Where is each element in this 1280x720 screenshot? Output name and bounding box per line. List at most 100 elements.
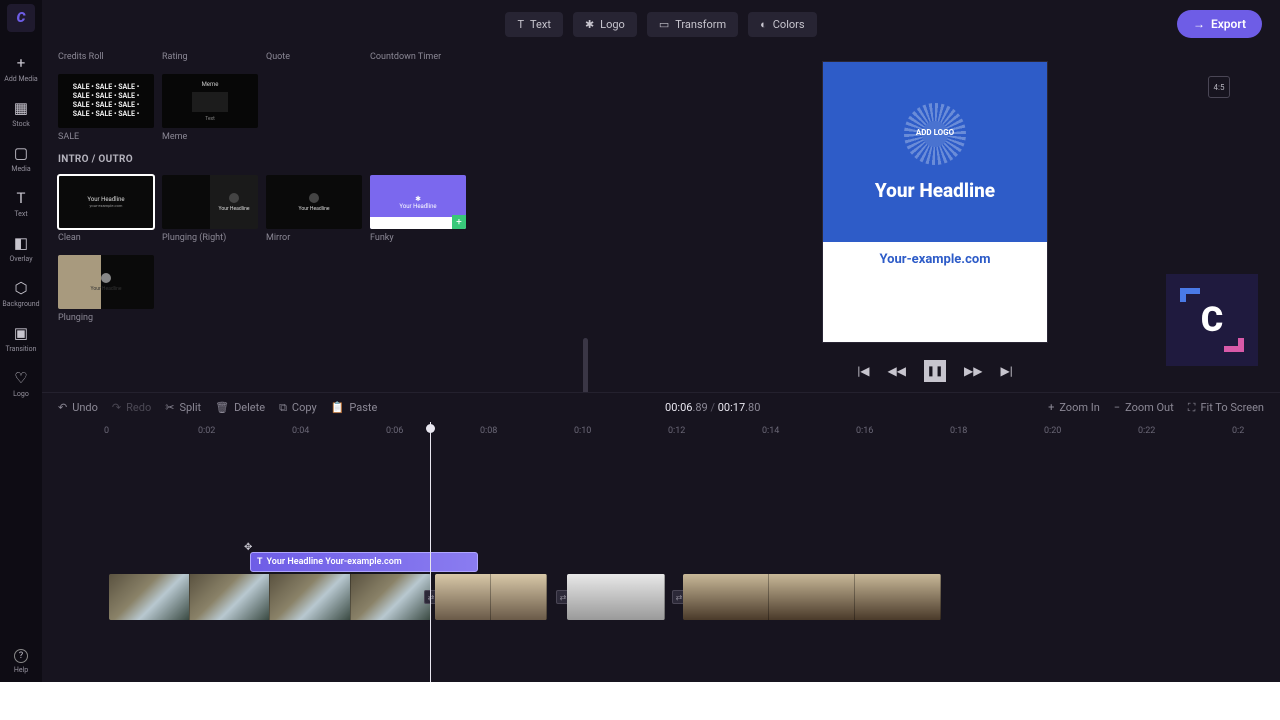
- template-rating[interactable]: Rating: [162, 48, 258, 62]
- ruler-tick: 0:20: [1044, 426, 1061, 436]
- transform-button[interactable]: ▭Transform: [647, 12, 738, 37]
- logo-placeholder[interactable]: ADD LOGO: [904, 103, 966, 165]
- panel-scrollbar[interactable]: [583, 338, 588, 392]
- time-display: 00:06.89 / 00:17.80: [391, 401, 1034, 414]
- copy-icon: ⧉: [279, 401, 287, 415]
- sidebar-help[interactable]: ? Help: [0, 641, 42, 682]
- template-thumb: Your Headline: [162, 175, 258, 229]
- export-button[interactable]: →Export: [1177, 10, 1262, 38]
- delete-button[interactable]: 🗑Delete: [215, 401, 265, 414]
- logo-icon: ♡: [14, 369, 27, 387]
- template-mirror[interactable]: Your HeadlineMirror: [266, 175, 362, 243]
- timeline-tracks[interactable]: ✥ T Your Headline Your-example.com ⇄⇄⇄: [42, 450, 1280, 682]
- colors-button[interactable]: ◐Colors: [748, 12, 816, 37]
- split-button[interactable]: ✂Split: [165, 401, 201, 414]
- template-label: Countdown Timer: [370, 52, 466, 62]
- aspect-ratio-button[interactable]: 4:5: [1208, 76, 1230, 98]
- sidebar-label: Stock: [12, 120, 30, 128]
- stock-icon: ▦: [14, 99, 28, 117]
- sidebar-item-transition[interactable]: ▣ Transition: [0, 316, 42, 361]
- minus-icon: −: [1114, 401, 1120, 414]
- sidebar-label: Media: [11, 165, 30, 173]
- text-button[interactable]: TText: [505, 12, 563, 37]
- split-icon: ✂: [165, 401, 174, 414]
- template-countdown-timer[interactable]: Countdown Timer: [370, 48, 466, 62]
- video-clip[interactable]: [435, 574, 547, 620]
- playhead[interactable]: [430, 422, 431, 682]
- video-clip[interactable]: [109, 574, 431, 620]
- paste-button[interactable]: 📋Paste: [331, 401, 378, 414]
- delete-icon: 🗑: [215, 401, 229, 414]
- transform-icon: ▭: [659, 18, 669, 31]
- paste-icon: 📋: [331, 401, 345, 414]
- text-clip-icon: T: [257, 557, 263, 567]
- copy-button[interactable]: ⧉Copy: [279, 401, 317, 415]
- ruler-tick: 0:06: [386, 426, 403, 436]
- app-logo[interactable]: C: [7, 4, 35, 32]
- template-sale[interactable]: SALE • SALE • SALE •SALE • SALE • SALE •…: [58, 74, 154, 142]
- template-label: Quote: [266, 52, 362, 62]
- template-meme[interactable]: MemeTextMeme: [162, 74, 258, 142]
- skip-end-button[interactable]: ▶|: [1000, 364, 1012, 378]
- fit-icon: ⛶: [1188, 401, 1196, 415]
- ruler-tick: 0:18: [950, 426, 967, 436]
- sidebar-item-media[interactable]: ▢ Media: [0, 136, 42, 181]
- add-icon[interactable]: +: [452, 215, 466, 229]
- timeline[interactable]: 00:020:040:060:080:100:120:140:160:180:2…: [42, 422, 1280, 682]
- text-clip-label: Your Headline Your-example.com: [267, 557, 402, 567]
- preview-canvas[interactable]: ADD LOGO Your Headline Your-example.com: [823, 62, 1047, 342]
- template-quote[interactable]: Quote: [266, 48, 362, 62]
- skip-start-button[interactable]: |◀: [857, 364, 869, 378]
- sidebar-label: Transition: [6, 345, 37, 353]
- undo-button[interactable]: ↶Undo: [58, 401, 98, 414]
- template-thumb: SALE • SALE • SALE •SALE • SALE • SALE •…: [58, 74, 154, 128]
- sidebar-label: Logo: [13, 390, 29, 398]
- sidebar-help-label: Help: [14, 666, 28, 674]
- template-funky[interactable]: ✱Your Headline+Funky: [370, 175, 466, 243]
- ruler-tick: 0:14: [762, 426, 779, 436]
- preview-url: Your-example.com: [823, 252, 1047, 267]
- sidebar-item-add-media[interactable]: +Add Media: [0, 46, 42, 91]
- transition-icon: ▣: [14, 324, 28, 342]
- sidebar-item-stock[interactable]: ▦ Stock: [0, 91, 42, 136]
- template-label: Funky: [370, 233, 466, 243]
- sidebar-item-text[interactable]: TText: [0, 181, 42, 226]
- video-clip[interactable]: [567, 574, 665, 620]
- logo-button[interactable]: ✱Logo: [573, 12, 637, 37]
- video-clip[interactable]: [683, 574, 941, 620]
- sidebar-label: Background: [2, 300, 39, 308]
- arrow-right-icon: →: [1193, 17, 1205, 31]
- sidebar-item-background[interactable]: ⬡Background: [0, 271, 42, 316]
- sidebar-label: Overlay: [9, 255, 32, 263]
- template-label: Credits Roll: [58, 52, 154, 62]
- sidebar-item-overlay[interactable]: ◧ Overlay: [0, 226, 42, 271]
- template-thumb: Your Headline: [58, 255, 154, 309]
- ruler-tick: 0:22: [1138, 426, 1155, 436]
- pause-button[interactable]: ❚❚: [924, 360, 946, 382]
- template-credits-roll[interactable]: Credits Roll: [58, 48, 154, 62]
- ruler-tick: 0:10: [574, 426, 591, 436]
- forward-button[interactable]: ▶▶: [964, 364, 982, 378]
- timeline-toolbar: ↶Undo ↷Redo ✂Split 🗑Delete ⧉Copy 📋Paste …: [42, 392, 1280, 422]
- sidebar-item-logo[interactable]: ♡ Logo: [0, 361, 42, 406]
- zoom-out-button[interactable]: −Zoom Out: [1114, 401, 1174, 414]
- overlay-icon: ◧: [14, 234, 28, 252]
- redo-button[interactable]: ↷Redo: [112, 401, 151, 414]
- text-clip[interactable]: T Your Headline Your-example.com: [250, 552, 478, 572]
- sidebar-label: Add Media: [4, 75, 37, 83]
- fit-screen-button[interactable]: ⛶Fit To Screen: [1188, 401, 1264, 415]
- ruler-tick: 0:04: [292, 426, 309, 436]
- template-label: Meme: [162, 132, 258, 142]
- template-label: Clean: [58, 233, 154, 243]
- plus-icon: +: [1048, 401, 1054, 414]
- rewind-button[interactable]: ◀◀: [888, 364, 906, 378]
- template-clean[interactable]: Your Headlineyour-example.comClean: [58, 175, 154, 243]
- template-plunging-right-[interactable]: Your HeadlinePlunging (Right): [162, 175, 258, 243]
- media-icon: ▢: [14, 144, 28, 162]
- template-plunging[interactable]: Your HeadlinePlunging: [58, 255, 154, 323]
- help-icon: ?: [14, 649, 28, 663]
- redo-icon: ↷: [112, 401, 121, 414]
- zoom-in-button[interactable]: +Zoom In: [1048, 401, 1100, 414]
- timeline-ruler[interactable]: 00:020:040:060:080:100:120:140:160:180:2…: [42, 422, 1280, 442]
- ruler-tick: 0:12: [668, 426, 685, 436]
